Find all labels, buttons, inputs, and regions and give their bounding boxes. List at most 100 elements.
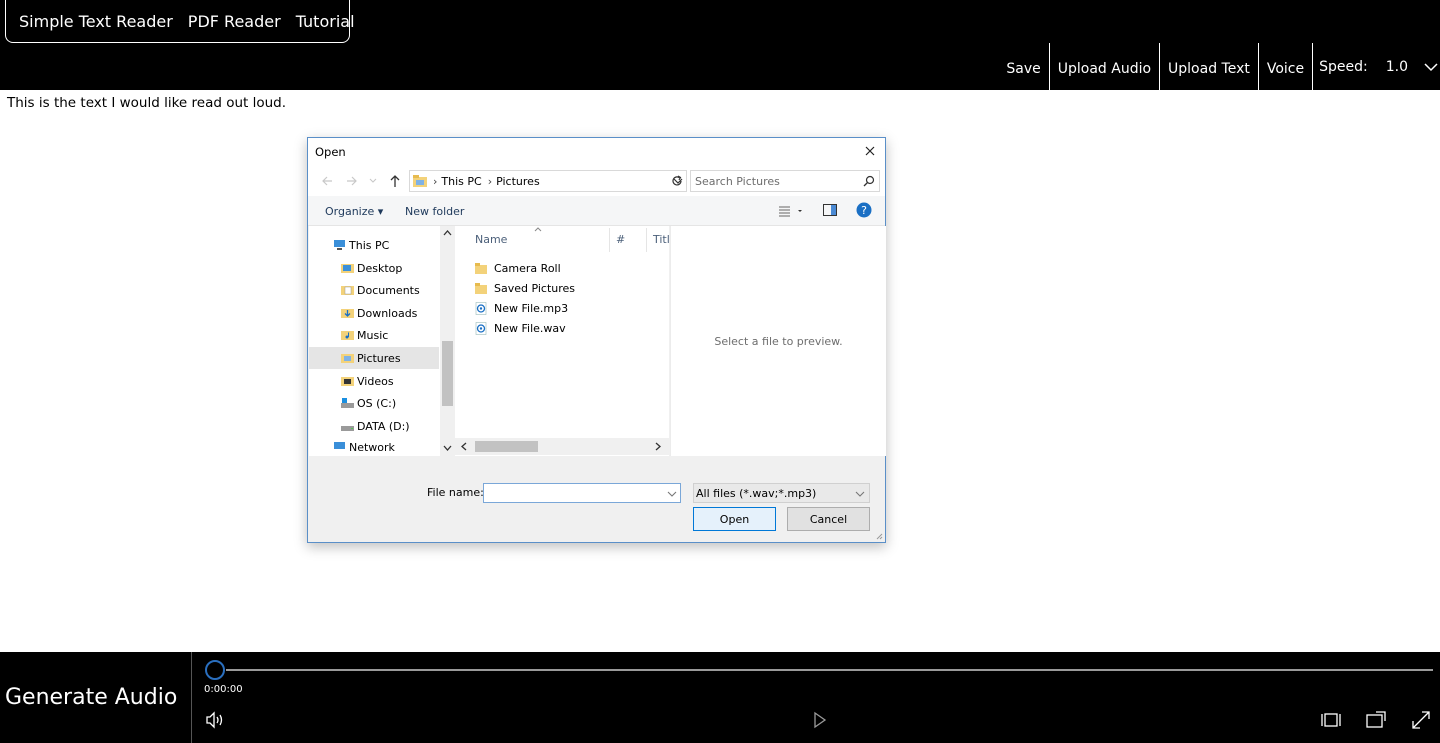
save-button[interactable]: Save [998,43,1048,90]
nav-item-desktop[interactable]: Desktop [309,257,439,279]
chevron-down-icon[interactable] [667,489,677,499]
nav-item-videos[interactable]: Videos [309,370,439,392]
speed-selector[interactable]: Speed: 1.0 [1313,43,1440,90]
search-icon[interactable] [863,175,875,187]
back-arrow-icon[interactable] [320,174,334,188]
breadcrumb-separator: › [433,174,438,188]
nav-item-pictures[interactable]: Pictures [309,347,439,369]
app-tabs: Simple Text Reader PDF Reader Tutorial [5,0,355,43]
navigation-scrollbar[interactable] [440,226,454,456]
tab-pdf-reader[interactable]: PDF Reader [188,12,281,31]
speed-value: 1.0 [1385,59,1408,75]
tab-tutorial[interactable]: Tutorial [296,12,355,31]
close-icon[interactable] [863,144,877,158]
list-item-new-file-wav[interactable]: New File.wav [475,318,566,338]
upload-audio-button[interactable]: Upload Audio [1050,43,1159,90]
file-type-value: All files (*.wav;*.mp3) [696,486,817,500]
organize-button[interactable]: Organize ▾ [325,205,383,218]
column-divider [646,228,647,252]
navigation-row: › This PC › Pictures Search Pictures [308,166,885,196]
nav-item-label: This PC [349,238,390,252]
drive-icon [341,398,354,408]
sort-ascending-icon [534,227,542,232]
nav-item-documents[interactable]: Documents [309,279,439,301]
help-icon[interactable]: ? [856,202,872,218]
view-options-icon[interactable] [778,205,802,217]
navigation-pane: This PC Desktop Documents Downloads Musi… [309,226,454,456]
cancel-button[interactable]: Cancel [787,507,870,531]
nav-item-label: Network [349,440,395,454]
play-icon[interactable] [810,711,830,729]
upload-text-button[interactable]: Upload Text [1160,43,1258,90]
nav-item-music[interactable]: Music [309,324,439,346]
svg-text:?: ? [861,204,867,217]
nav-item-os-c[interactable]: OS (C:) [309,392,439,414]
scroll-left-icon[interactable] [460,442,468,451]
nav-item-this-pc[interactable]: This PC [309,234,439,256]
fullscreen-icon[interactable] [1411,711,1431,729]
horizontal-scrollbar[interactable] [455,438,669,455]
file-name-input[interactable] [483,483,681,503]
seek-slider-knob[interactable] [205,660,225,680]
nav-item-label: OS (C:) [357,396,397,410]
forward-arrow-icon[interactable] [345,174,359,188]
search-placeholder: Search Pictures [695,174,780,188]
audio-file-icon [475,321,487,335]
nav-item-downloads[interactable]: Downloads [309,302,439,324]
chevron-down-icon [855,491,865,497]
time-elapsed: 0:00:00 [204,684,243,695]
generate-audio-button[interactable]: Generate Audio [0,652,192,743]
volume-icon[interactable] [205,711,225,729]
file-type-select[interactable]: All files (*.wav;*.mp3) [693,483,870,503]
list-item-saved-pictures[interactable]: Saved Pictures [475,278,575,298]
search-input[interactable]: Search Pictures [690,170,880,192]
column-name[interactable]: Name [475,233,507,246]
column-header: Name # Titl [455,226,670,252]
list-item-new-file-mp3[interactable]: New File.mp3 [475,298,568,318]
folder-icon [341,286,354,295]
scrollbar-thumb[interactable] [475,441,538,452]
file-name-label: File name: [427,486,484,499]
folder-icon [341,264,354,273]
nav-item-data-d[interactable]: DATA (D:) [309,415,439,437]
folder-icon [341,377,354,386]
scroll-up-icon[interactable] [443,229,452,237]
aspect-ratio-icon[interactable] [1321,711,1341,729]
folder-icon [341,354,354,363]
list-item-camera-roll[interactable]: Camera Roll [475,258,561,278]
dialog-title-bar: Open [308,138,885,166]
seek-track[interactable] [226,669,1433,671]
voice-button[interactable]: Voice [1259,43,1312,90]
up-arrow-icon[interactable] [388,174,402,188]
cast-icon[interactable] [1366,711,1386,729]
breadcrumb-this-pc[interactable]: This PC [441,175,481,188]
recent-locations-icon[interactable] [368,174,378,188]
drive-icon [341,426,354,431]
new-folder-button[interactable]: New folder [405,205,464,218]
tab-simple-text-reader[interactable]: Simple Text Reader [19,12,173,31]
preview-pane: Select a file to preview. [670,226,886,456]
nav-item-network[interactable]: Network [309,437,439,456]
column-title[interactable]: Titl [653,233,670,246]
dialog-title: Open [315,145,346,159]
nav-item-label: Downloads [357,306,418,320]
breadcrumb-pictures[interactable]: Pictures [496,175,540,188]
toolbar: Save Upload Audio Upload Text Voice Spee… [998,43,1440,90]
scrollbar-thumb[interactable] [442,341,453,406]
refresh-icon[interactable] [670,174,684,188]
resize-grip-icon[interactable] [875,532,883,540]
scroll-down-icon[interactable] [443,444,452,452]
address-bar[interactable]: › This PC › Pictures [409,170,687,192]
command-bar: Organize ▾ New folder ? [308,196,885,226]
file-name: Saved Pictures [494,281,576,295]
open-button[interactable]: Open [693,507,776,531]
chevron-down-icon[interactable] [1422,59,1440,75]
scroll-right-icon[interactable] [654,442,662,451]
reader-text[interactable]: This is the text I would like read out l… [7,95,286,111]
nav-item-label: Desktop [357,261,403,275]
nav-item-label: Pictures [357,351,401,365]
player-bar: Generate Audio 0:00:00 [0,652,1440,743]
column-number[interactable]: # [616,233,625,246]
preview-pane-icon[interactable] [823,204,837,216]
file-name: New File.mp3 [494,301,569,315]
